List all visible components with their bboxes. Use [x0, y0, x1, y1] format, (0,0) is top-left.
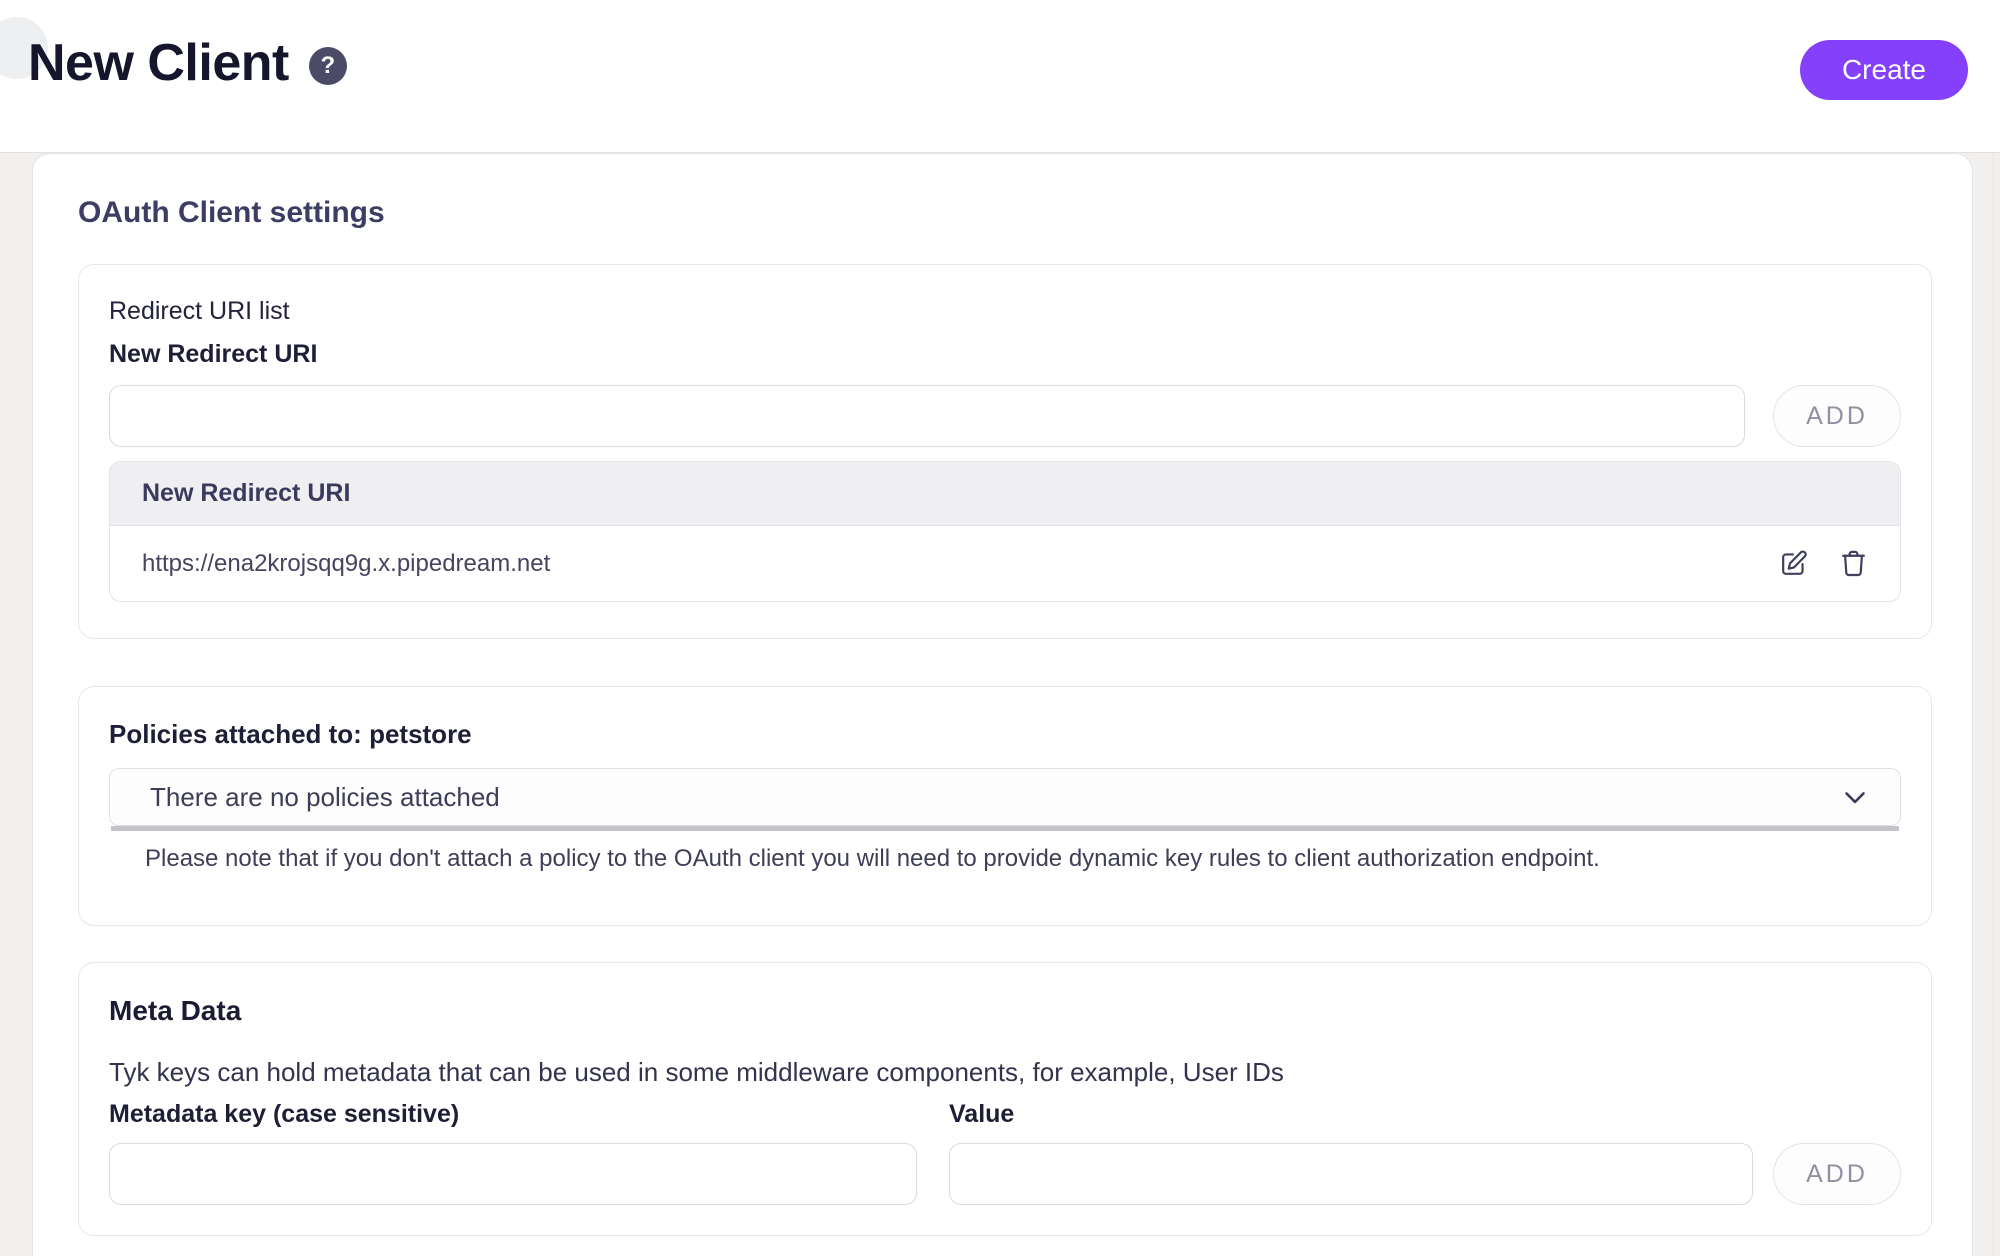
metadata-card: Meta Data Tyk keys can hold metadata tha… — [78, 962, 1932, 1236]
metadata-inputs-row: ADD — [109, 1143, 1901, 1205]
metadata-key-label: Metadata key (case sensitive) — [109, 1100, 949, 1129]
policies-select-wrap: There are no policies attached — [109, 768, 1901, 831]
policies-select-value: There are no policies attached — [150, 782, 1838, 813]
policies-select[interactable]: There are no policies attached — [109, 768, 1901, 826]
chevron-down-icon — [1838, 780, 1872, 814]
main-area: OAuth Client settings Redirect URI list … — [0, 153, 2000, 1256]
right-edge-divider — [1993, 153, 1994, 1256]
edit-icon[interactable] — [1776, 547, 1810, 581]
table-row: https://ena2krojsqq9g.x.pipedream.net — [110, 526, 1900, 601]
page-title: New Client — [28, 33, 289, 93]
policies-card: Policies attached to: petstore There are… — [78, 686, 1932, 926]
help-icon[interactable]: ? — [309, 47, 347, 85]
row-actions — [1776, 547, 1870, 581]
redirect-uri-value: https://ena2krojsqq9g.x.pipedream.net — [142, 550, 1776, 578]
content-panel: OAuth Client settings Redirect URI list … — [32, 153, 1973, 1256]
metadata-labels-row: Metadata key (case sensitive) Value — [109, 1100, 1901, 1129]
metadata-key-input[interactable] — [109, 1143, 917, 1205]
redirect-uri-add-button[interactable]: ADD — [1773, 385, 1901, 447]
metadata-description: Tyk keys can hold metadata that can be u… — [109, 1057, 1901, 1088]
metadata-title: Meta Data — [109, 995, 1901, 1027]
new-redirect-uri-label: New Redirect URI — [109, 340, 1901, 369]
metadata-value-label: Value — [949, 1100, 1014, 1129]
policy-note: Please note that if you don't attach a p… — [109, 845, 1901, 873]
select-underbar — [111, 826, 1899, 831]
section-heading: OAuth Client settings — [78, 196, 1932, 230]
redirect-uri-table: New Redirect URI https://ena2krojsqq9g.x… — [109, 461, 1901, 602]
metadata-value-input[interactable] — [949, 1143, 1753, 1205]
page-header: New Client ? Create — [0, 0, 2000, 153]
redirect-uri-input-row: ADD — [109, 385, 1901, 447]
title-row: New Client ? — [28, 33, 347, 93]
delete-icon[interactable] — [1836, 547, 1870, 581]
redirect-uri-table-header: New Redirect URI — [110, 462, 1900, 526]
create-button[interactable]: Create — [1800, 40, 1968, 100]
redirect-uri-card: Redirect URI list New Redirect URI ADD N… — [78, 264, 1932, 639]
policies-title: Policies attached to: petstore — [109, 719, 1901, 750]
metadata-add-button[interactable]: ADD — [1773, 1143, 1901, 1205]
redirect-uri-input[interactable] — [109, 385, 1745, 447]
redirect-uri-list-label: Redirect URI list — [109, 297, 1901, 326]
